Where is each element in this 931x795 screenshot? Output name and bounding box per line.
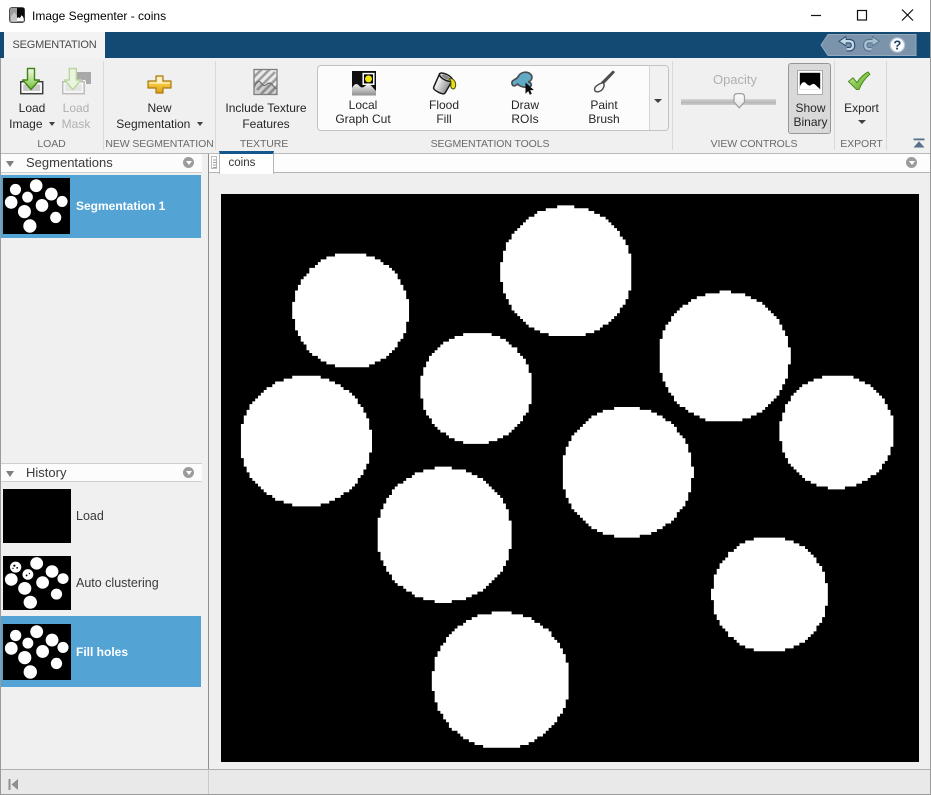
svg-text:?: ? <box>893 38 901 53</box>
